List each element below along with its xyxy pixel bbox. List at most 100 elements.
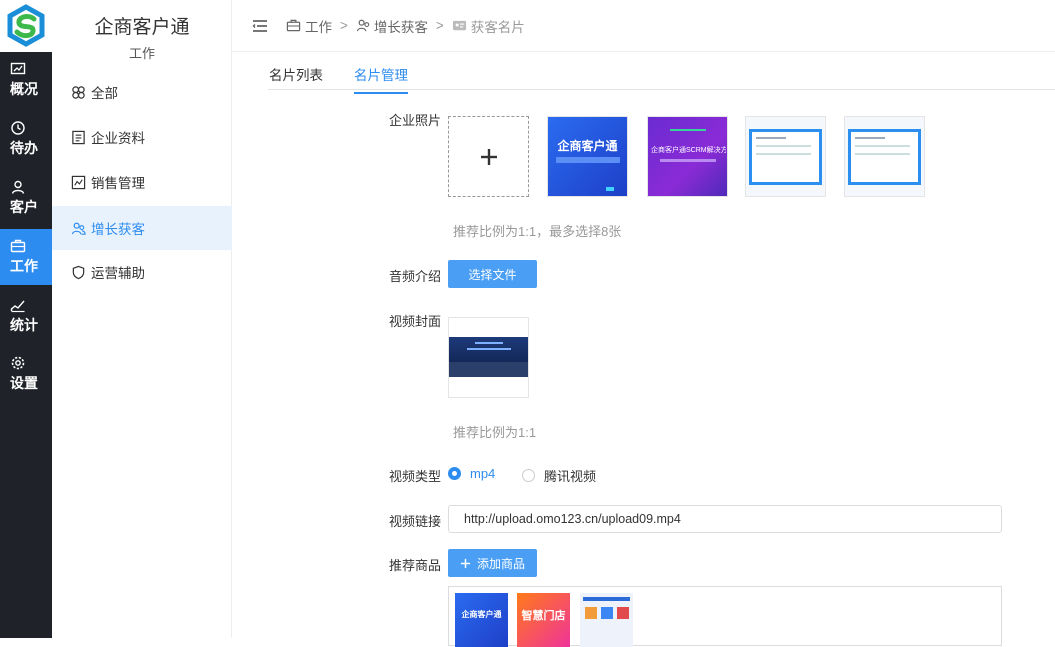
- thumb-decor: [601, 607, 613, 619]
- photo-thumbnail[interactable]: 企商客户通: [547, 116, 628, 197]
- sidebar-item-company-info[interactable]: 企业资料: [52, 115, 232, 159]
- radio-tencent-video[interactable]: 腾讯视频: [522, 466, 596, 485]
- video-cover-thumbnail[interactable]: [448, 317, 529, 398]
- clock-icon: [11, 121, 25, 135]
- audio-label: 音频介绍: [389, 269, 442, 284]
- briefcase-icon: [286, 19, 301, 32]
- goods-thumbnail[interactable]: 智慧门店: [517, 593, 570, 647]
- tab-card-list[interactable]: 名片列表: [269, 64, 323, 92]
- thumb-decor: [756, 153, 811, 155]
- app-logo[interactable]: [0, 0, 52, 52]
- breadcrumb-item-work[interactable]: 工作: [305, 16, 332, 36]
- radio-label: mp4: [470, 466, 496, 481]
- rail-item-stats[interactable]: 统计: [0, 288, 52, 344]
- briefcase-icon: [10, 239, 26, 253]
- thumb-decor: [475, 342, 503, 344]
- plus-icon: [480, 148, 497, 165]
- rail-item-settings[interactable]: 设置: [0, 346, 52, 402]
- add-goods-button[interactable]: 添加商品: [448, 549, 537, 577]
- rail-item-customer[interactable]: 客户: [0, 170, 52, 226]
- rail-label: 设置: [10, 375, 38, 391]
- radio-unchecked-icon: [522, 469, 535, 482]
- thumb-decor: [556, 157, 620, 163]
- thumb-decor: [756, 137, 786, 139]
- thumb-title: 智慧门店: [521, 610, 566, 622]
- goods-list: 企商客户通 智慧门店: [448, 586, 1002, 647]
- sidebar-item-growth[interactable]: 增长获客: [52, 206, 232, 250]
- video-cover-label: 视频封面: [389, 314, 442, 329]
- document-icon: [72, 130, 85, 144]
- gear-icon: [11, 356, 25, 370]
- top-bar: 工作 > 增长获客 > 获客名片: [232, 0, 1055, 52]
- tab-card-manage[interactable]: 名片管理: [354, 64, 408, 94]
- rail-label: 统计: [10, 317, 38, 333]
- video-link-input[interactable]: http://upload.omo123.cn/upload09.mp4: [448, 505, 1002, 533]
- photo-thumbnail[interactable]: [745, 116, 826, 197]
- thumb-decor: [583, 597, 630, 601]
- chart-window-icon: [10, 62, 26, 75]
- sidebar-item-all[interactable]: 全部: [52, 70, 232, 114]
- tab-bar: 名片列表 名片管理: [268, 52, 1055, 94]
- breadcrumb-item-card: 获客名片: [470, 19, 525, 35]
- thumb-decor: [670, 129, 706, 131]
- photos-label: 企业照片: [389, 113, 442, 128]
- rail-label: 概况: [10, 81, 38, 97]
- breadcrumb-separator: >: [435, 18, 444, 33]
- thumb-decor: [660, 159, 716, 162]
- thumb-decor: [467, 348, 511, 350]
- rail-label: 待办: [10, 140, 38, 156]
- rail-label: 客户: [10, 199, 38, 215]
- id-card-icon: [452, 20, 466, 31]
- thumb-decor: [855, 153, 910, 155]
- thumb-decor: [855, 145, 910, 147]
- sidebar-item-label: 企业资料: [91, 131, 145, 146]
- photo-thumbnail[interactable]: [844, 116, 925, 197]
- thumb-decor: [756, 145, 811, 147]
- thumb-title: 企商客户通: [461, 610, 502, 619]
- secondary-sidebar: 企商客户通 工作 全部 企业资料 销售管理 增长获客 运营辅助: [52, 0, 232, 638]
- users-icon: [71, 222, 86, 235]
- sidebar-item-label: 销售管理: [91, 176, 145, 191]
- sidebar-item-operation[interactable]: 运营辅助: [52, 250, 232, 294]
- video-cover-hint: 推荐比例为1:1: [453, 425, 537, 440]
- add-goods-label: 添加商品: [476, 556, 525, 571]
- goods-label: 推荐商品: [389, 558, 442, 573]
- sidebar-item-label: 全部: [91, 86, 118, 101]
- rail-label: 工作: [10, 258, 38, 274]
- app-title: 企商客户通: [94, 17, 190, 38]
- breadcrumb-separator: >: [340, 18, 348, 33]
- sidebar-item-label: 运营辅助: [91, 266, 145, 281]
- app-subtitle: 工作: [128, 46, 155, 61]
- menu-toggle-icon[interactable]: [252, 19, 268, 33]
- rail-item-todo[interactable]: 待办: [0, 111, 52, 167]
- video-type-label: 视频类型: [389, 469, 442, 484]
- photos-hint: 推荐比例为1:1，最多选择8张: [453, 224, 622, 239]
- radio-checked-icon: [448, 467, 461, 480]
- radio-label: 腾讯视频: [544, 469, 597, 484]
- goods-thumbnail[interactable]: 企商客户通: [455, 593, 508, 647]
- app-rail: 概况 待办 客户 工作 统计 设置: [0, 0, 52, 638]
- photo-thumbnail[interactable]: 企商客户通SCRM解决方案: [647, 116, 728, 197]
- thumb-decor: [449, 362, 528, 377]
- line-chart-icon: [10, 300, 25, 313]
- video-link-label: 视频链接: [389, 514, 442, 529]
- sidebar-item-label: 增长获客: [91, 222, 145, 237]
- rail-item-overview[interactable]: 概况: [0, 52, 52, 108]
- thumb-title: 企商客户通: [557, 139, 618, 153]
- clover-icon: [72, 85, 85, 99]
- goods-thumbnail[interactable]: [580, 593, 633, 647]
- person-icon: [11, 180, 25, 194]
- sidebar-item-sales[interactable]: 销售管理: [52, 160, 232, 204]
- choose-file-button[interactable]: 选择文件: [448, 260, 537, 288]
- thumb-decor: [606, 187, 614, 191]
- plus-icon: [460, 558, 471, 568]
- shield-icon: [72, 265, 85, 279]
- thumb-decor: [585, 607, 597, 619]
- breadcrumb-item-growth[interactable]: 增长获客: [374, 16, 428, 36]
- thumb-decor: [855, 137, 885, 139]
- photo-upload-button[interactable]: [448, 116, 529, 197]
- thumb-decor: [617, 607, 629, 619]
- rail-item-work[interactable]: 工作: [0, 229, 52, 285]
- thumb-title: 企商客户通SCRM解决方案: [651, 147, 726, 154]
- radio-mp4[interactable]: mp4: [448, 466, 495, 481]
